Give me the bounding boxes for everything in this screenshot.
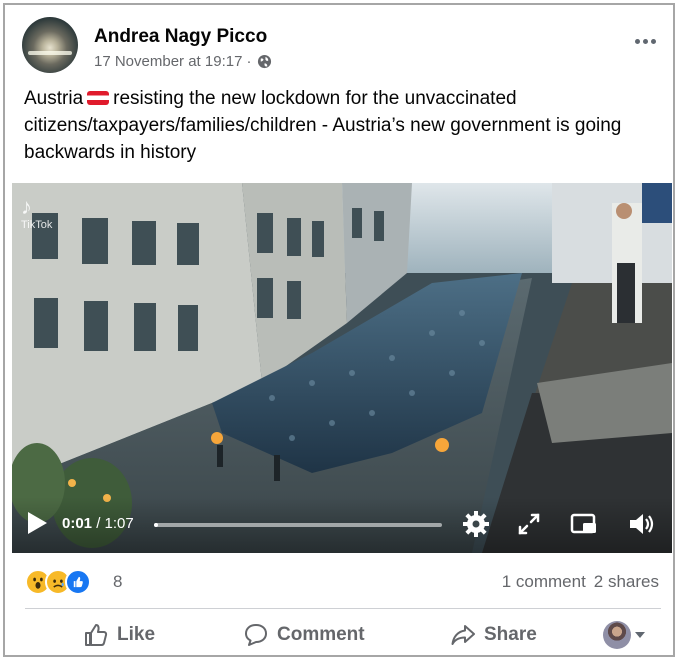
video-player[interactable]: ♪ TikTok 0:01 / 1:07 bbox=[12, 183, 672, 553]
reactions-summary[interactable] bbox=[25, 569, 91, 595]
meta-separator: · bbox=[246, 53, 252, 70]
author-name[interactable]: Andrea Nagy Picco bbox=[94, 26, 267, 48]
share-label: Share bbox=[484, 624, 537, 645]
fullscreen-icon[interactable] bbox=[514, 509, 544, 539]
user-avatar bbox=[603, 621, 631, 649]
dot-icon bbox=[650, 38, 656, 44]
austria-flag-icon bbox=[87, 91, 110, 105]
divider bbox=[25, 608, 661, 609]
tiktok-logo-icon: ♪ bbox=[21, 194, 32, 219]
globe-icon bbox=[258, 54, 272, 69]
post-timestamp[interactable]: 17 November at 19:17 bbox=[94, 53, 242, 70]
share-arrow-icon bbox=[451, 625, 475, 645]
dot-icon bbox=[642, 38, 648, 44]
dot-icon bbox=[634, 38, 640, 44]
post-meta: 17 November at 19:17 · bbox=[94, 53, 272, 70]
share-button[interactable]: Share bbox=[450, 619, 537, 651]
comment-bubble-icon bbox=[245, 624, 267, 646]
thumbs-up-icon bbox=[85, 624, 108, 646]
video-progress-fill bbox=[154, 523, 159, 527]
play-icon[interactable] bbox=[26, 511, 48, 535]
more-options-button[interactable] bbox=[630, 31, 660, 51]
post-text-rest: resisting the new lockdown for the unvac… bbox=[24, 88, 622, 163]
post-text: Austria resisting the new lockdown for th… bbox=[24, 85, 654, 166]
settings-gear-icon[interactable] bbox=[461, 509, 491, 539]
post-card: Andrea Nagy Picco 17 November at 19:17 ·… bbox=[3, 3, 675, 657]
like-label: Like bbox=[117, 624, 156, 645]
share-count[interactable]: 2 shares bbox=[594, 572, 659, 592]
tiktok-label: TikTok bbox=[21, 219, 53, 231]
engagement-summary: 1 comment 2 shares bbox=[502, 572, 659, 592]
volume-icon[interactable] bbox=[626, 509, 656, 539]
reaction-identity-selector[interactable] bbox=[603, 621, 645, 649]
chevron-down-icon bbox=[635, 632, 645, 638]
comment-label: Comment bbox=[277, 624, 365, 645]
current-time: 0:01 bbox=[62, 515, 93, 532]
comment-button[interactable]: Comment bbox=[243, 619, 365, 651]
post-stats: 8 1 comment 2 shares bbox=[25, 567, 661, 597]
like-button[interactable]: Like bbox=[83, 619, 155, 651]
reaction-count[interactable]: 8 bbox=[113, 572, 122, 592]
miniplayer-icon[interactable] bbox=[569, 509, 599, 539]
video-controls: 0:01 / 1:07 bbox=[12, 497, 672, 553]
video-progress-bar[interactable] bbox=[154, 523, 442, 527]
post-header: Andrea Nagy Picco 17 November at 19:17 · bbox=[22, 17, 662, 73]
post-text-start: Austria bbox=[24, 88, 84, 109]
post-actions: Like Comment Share bbox=[25, 617, 661, 653]
video-duration: / 1:07 bbox=[96, 515, 134, 532]
like-reaction-icon bbox=[65, 569, 91, 595]
comment-count[interactable]: 1 comment bbox=[502, 572, 586, 592]
video-time: 0:01 / 1:07 bbox=[62, 515, 134, 532]
tiktok-watermark: ♪ TikTok bbox=[21, 195, 52, 232]
author-avatar[interactable] bbox=[22, 17, 78, 73]
